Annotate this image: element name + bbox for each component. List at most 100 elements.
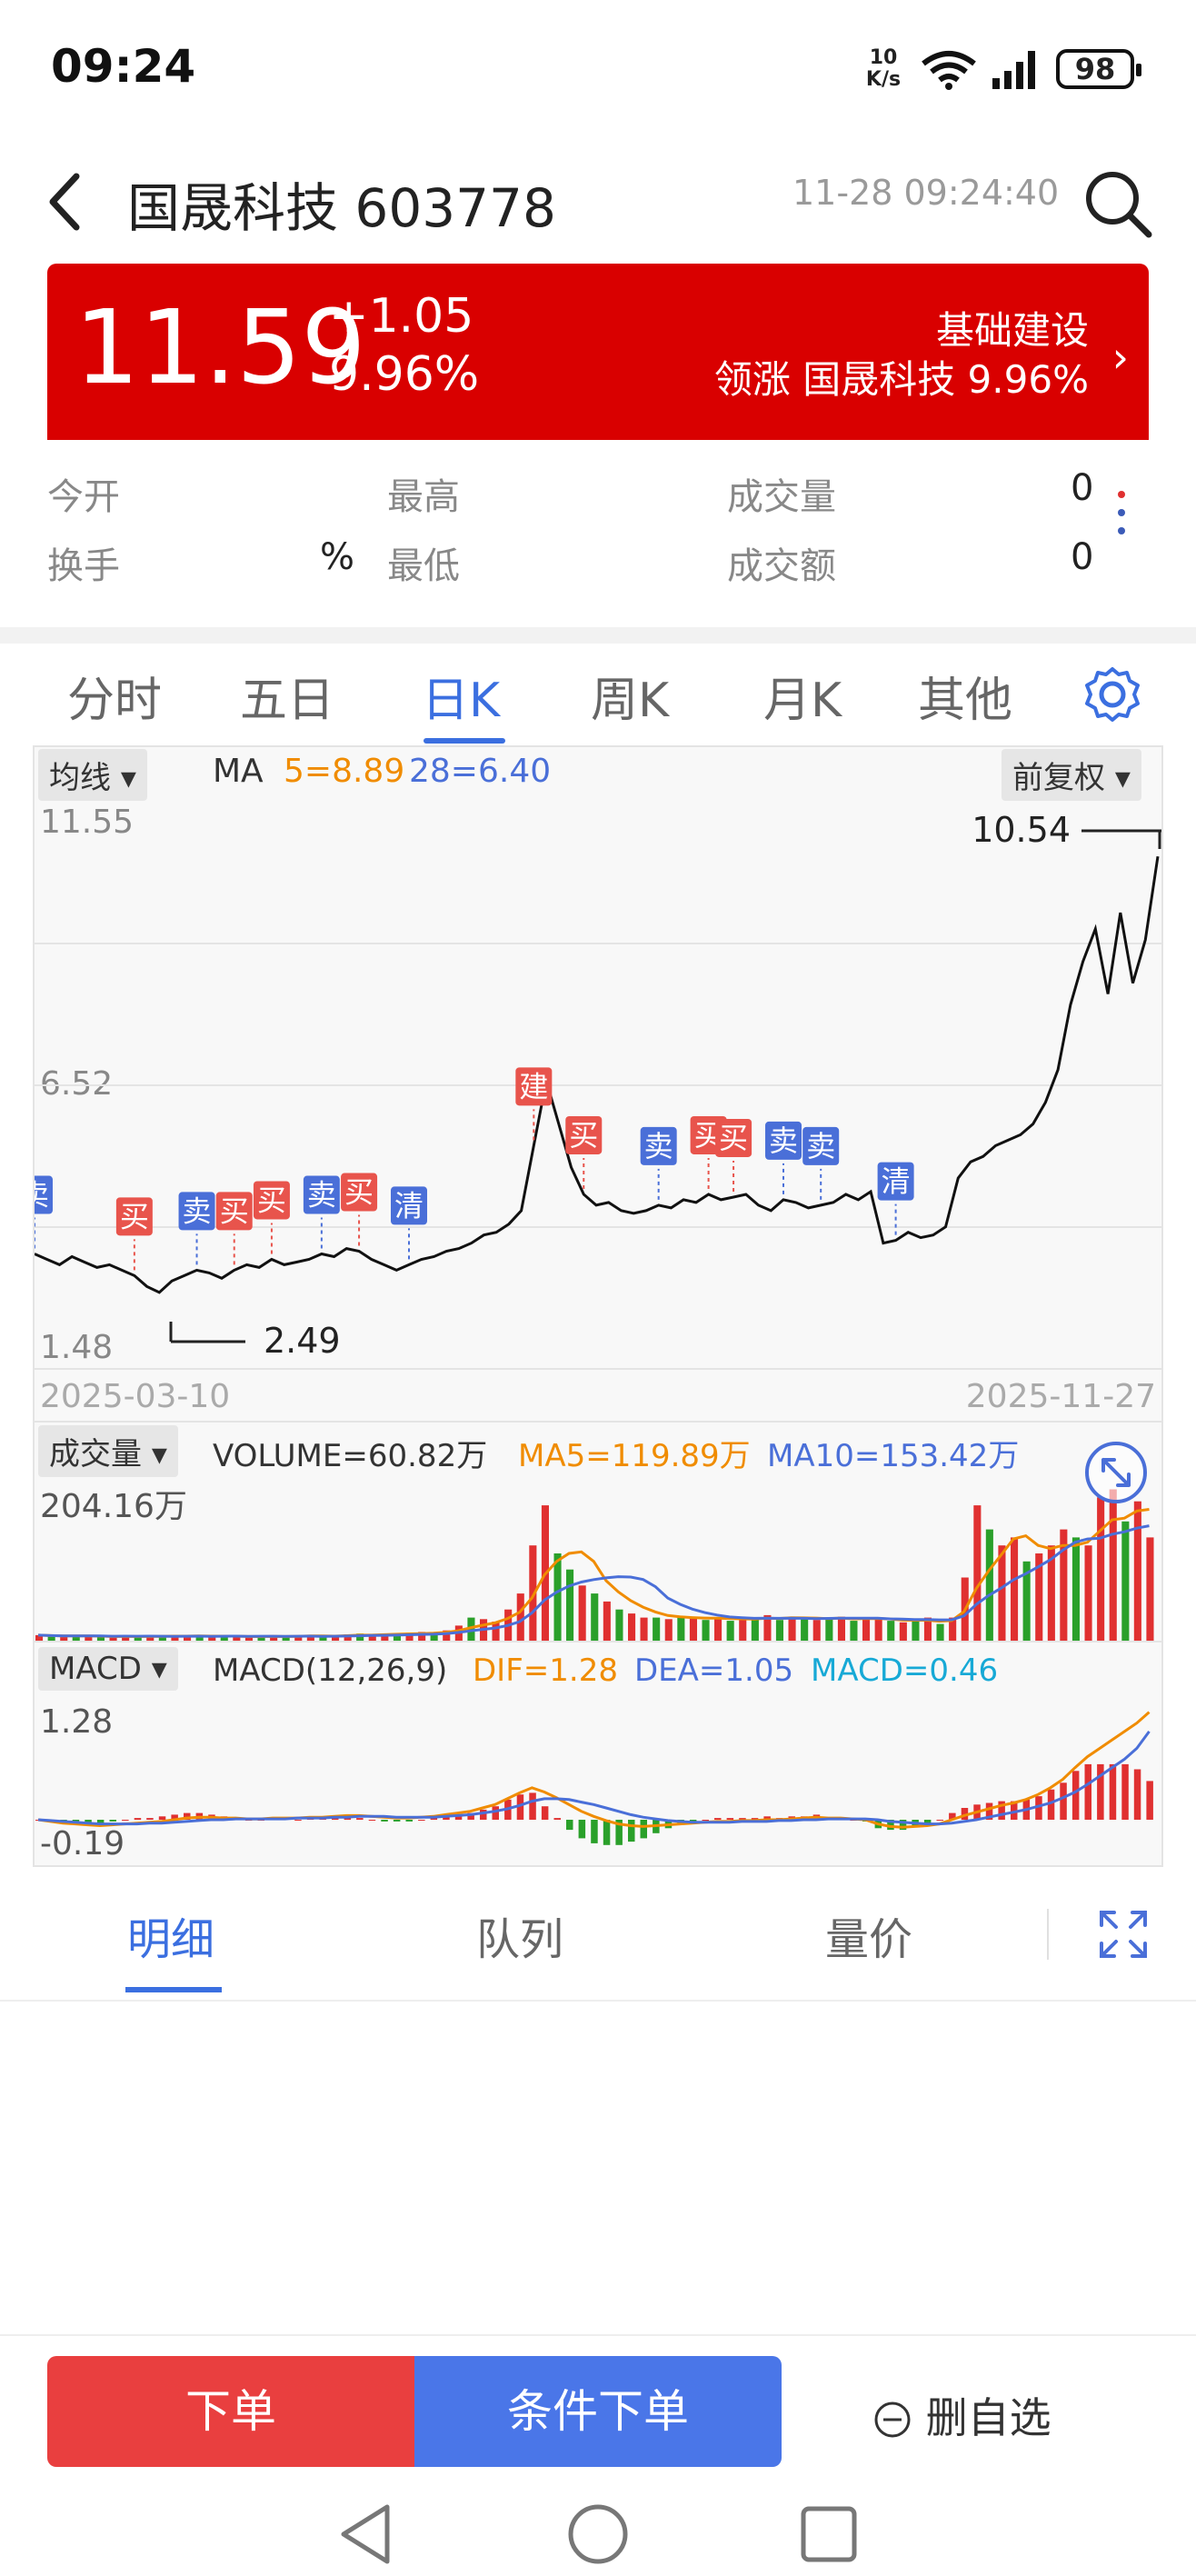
trade-marker-label: 买 bbox=[719, 1121, 748, 1155]
price-change-percent: 9.96% bbox=[329, 347, 480, 402]
volume-bar bbox=[677, 1615, 685, 1642]
status-time: 09:24 bbox=[51, 40, 196, 93]
macd-histogram-bar bbox=[529, 1792, 536, 1820]
stat-volume-label: 成交量 bbox=[727, 476, 836, 518]
sector-link[interactable]: 基础建设 bbox=[936, 300, 1089, 355]
nav-home-icon[interactable] bbox=[568, 2504, 628, 2564]
trade-marker-label: 买 bbox=[220, 1193, 249, 1228]
volume-bar bbox=[591, 1593, 599, 1642]
macd-histogram-bar bbox=[1071, 1771, 1080, 1820]
nav-recents-icon[interactable] bbox=[801, 2506, 857, 2562]
trade-marker-label: 买 bbox=[257, 1183, 286, 1217]
fullscreen-icon[interactable] bbox=[1096, 1907, 1151, 1962]
last-price: 11.59 bbox=[75, 289, 366, 407]
volume-bar bbox=[1121, 1521, 1130, 1642]
tab-volume-price[interactable]: 量价 bbox=[825, 1903, 912, 1967]
tab-monthly-k[interactable]: 月K bbox=[763, 662, 842, 730]
trade-marker: 买 bbox=[565, 1115, 603, 1189]
volume-bar bbox=[739, 1617, 747, 1642]
stat-low-label: 最低 bbox=[387, 545, 460, 587]
trade-marker: 卖 bbox=[802, 1126, 840, 1200]
macd-histogram-bar bbox=[603, 1820, 611, 1845]
tab-daily-k[interactable]: 日K bbox=[422, 662, 500, 730]
macd-histogram-bar bbox=[146, 1818, 154, 1820]
macd-chart bbox=[35, 1711, 1153, 1845]
volume-bar bbox=[973, 1505, 982, 1642]
chevron-right-icon[interactable]: › bbox=[1112, 333, 1129, 382]
macd-dif-line bbox=[37, 1711, 1151, 1829]
macd-histogram-bar bbox=[1133, 1769, 1141, 1820]
trade-marker: 清 bbox=[391, 1186, 427, 1260]
stat-open-label: 今开 bbox=[47, 476, 120, 518]
nav-back-icon[interactable] bbox=[341, 2504, 390, 2564]
chevron-down-icon: ▾ bbox=[151, 1651, 167, 1687]
quote-datetime: 11-28 09:24:40 bbox=[792, 173, 1060, 213]
active-bottom-tab-indicator bbox=[125, 1987, 222, 1992]
stat-volume-value: 0 bbox=[1071, 467, 1094, 509]
macd-histogram-bar bbox=[134, 1818, 142, 1820]
trade-marker-label: 卖 bbox=[769, 1123, 798, 1158]
macd-histogram-bar bbox=[294, 1820, 302, 1821]
macd-histogram-bar bbox=[640, 1820, 647, 1839]
trade-marker: 建 bbox=[515, 1067, 553, 1141]
tab-intraday[interactable]: 分时 bbox=[67, 662, 162, 730]
macd-histogram-bar bbox=[356, 1818, 364, 1820]
search-icon[interactable] bbox=[1076, 162, 1158, 244]
trade-marker-label: 卖 bbox=[35, 1178, 49, 1213]
zoom-icon[interactable] bbox=[1083, 1440, 1149, 1505]
min-price-annotation: 2.49 bbox=[169, 1321, 341, 1361]
volume-bar bbox=[751, 1619, 759, 1642]
volume-bar bbox=[850, 1621, 858, 1642]
volume-bar bbox=[837, 1616, 845, 1642]
volume-bar bbox=[775, 1620, 783, 1642]
tab-other[interactable]: 其他 bbox=[918, 662, 1012, 730]
trade-marker-label: 买 bbox=[120, 1199, 149, 1233]
more-dots-icon[interactable] bbox=[1118, 491, 1125, 545]
stat-turnover-label: 换手 bbox=[47, 545, 120, 587]
stat-high-label: 最高 bbox=[387, 476, 460, 518]
section-divider bbox=[0, 627, 1196, 644]
volume-bar bbox=[603, 1601, 611, 1642]
trade-marker-label: 卖 bbox=[183, 1193, 212, 1228]
trade-marker-label: 卖 bbox=[644, 1129, 673, 1163]
volume-bar bbox=[801, 1618, 809, 1642]
volume-bar bbox=[874, 1619, 882, 1642]
tab-five-day[interactable]: 五日 bbox=[240, 662, 334, 730]
tab-queue[interactable]: 队列 bbox=[476, 1903, 563, 1967]
macd-histogram-bar bbox=[566, 1820, 573, 1831]
order-button[interactable]: 下单 bbox=[47, 2356, 414, 2467]
tab-detail[interactable]: 明细 bbox=[127, 1903, 214, 1967]
sector-leader[interactable]: 领涨 国晟科技 9.96% bbox=[714, 349, 1089, 404]
gear-icon[interactable] bbox=[1081, 664, 1143, 725]
volume-bar bbox=[640, 1617, 648, 1642]
max-price-label: 10.54 bbox=[972, 810, 1071, 850]
volume-bar bbox=[936, 1623, 944, 1642]
trade-marker-label: 买 bbox=[344, 1175, 374, 1210]
stock-title: 国晟科技 603778 bbox=[127, 177, 556, 239]
kline-chart-panel[interactable]: 均线 ▾ MA 5=8.89 28=6.40 前复权 ▾ 11.55 6.52 … bbox=[33, 745, 1163, 1867]
tab-weekly-k[interactable]: 周K bbox=[591, 662, 669, 730]
volume-bar bbox=[887, 1621, 895, 1642]
macd-histogram-bar bbox=[418, 1820, 425, 1821]
volume-bar bbox=[553, 1553, 562, 1642]
volume-bar bbox=[664, 1619, 673, 1642]
wifi-icon bbox=[922, 51, 976, 90]
remove-favorite-button[interactable]: 删自选 bbox=[872, 2385, 1051, 2445]
trade-marker-label: 清 bbox=[394, 1188, 424, 1223]
volume-bar bbox=[653, 1617, 661, 1642]
macd-histogram-bar bbox=[936, 1820, 943, 1821]
macd-histogram-bar bbox=[553, 1818, 561, 1820]
macd-histogram-bar bbox=[393, 1820, 401, 1822]
macd-histogram-bar bbox=[109, 1820, 116, 1822]
volume-chart bbox=[35, 1489, 1161, 1642]
trade-marker: 卖 bbox=[765, 1121, 802, 1194]
back-arrow-icon[interactable] bbox=[40, 165, 95, 238]
volume-bar bbox=[1071, 1537, 1080, 1642]
stock-header: 国晟科技 603778 11-28 09:24:40 bbox=[0, 145, 1196, 255]
macd-histogram-bar bbox=[368, 1820, 376, 1821]
signal-icon bbox=[992, 51, 1035, 89]
conditional-order-button[interactable]: 条件下单 bbox=[414, 2356, 782, 2467]
min-price-label: 2.49 bbox=[264, 1321, 341, 1361]
max-price-annotation: 10.54 bbox=[972, 810, 1161, 850]
action-footer: 下单 条件下单 删自选 bbox=[0, 2334, 1196, 2576]
